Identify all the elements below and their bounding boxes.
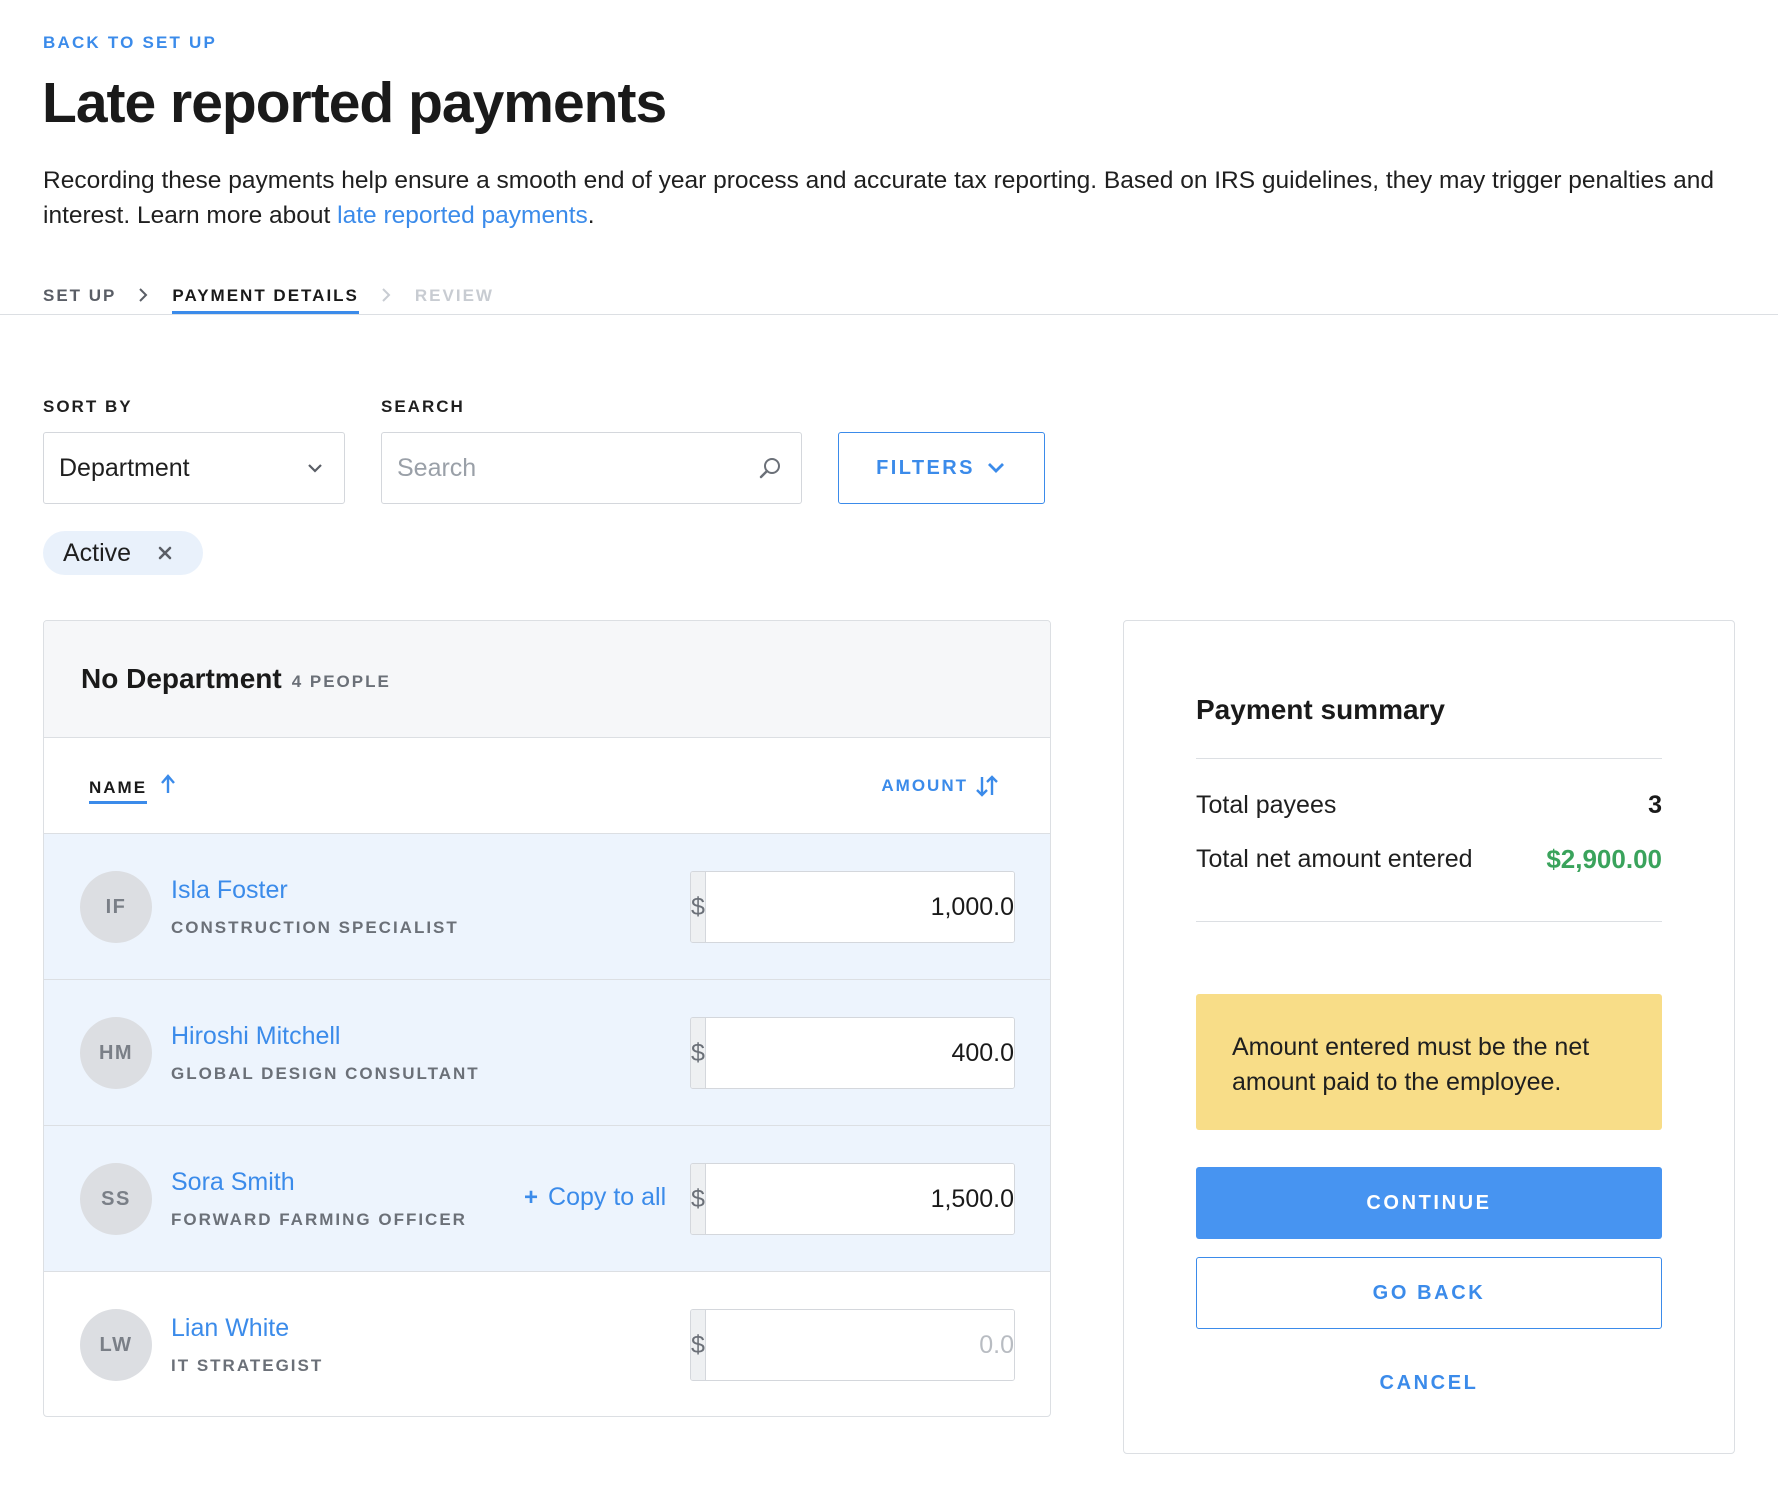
name-column-sort[interactable]: NAME xyxy=(89,774,177,804)
table-row: SS Sora Smith FORWARD FARMING OFFICER + … xyxy=(44,1126,1050,1272)
employee-name-link[interactable]: Sora Smith xyxy=(171,1168,295,1197)
amount-input[interactable] xyxy=(705,872,1014,942)
close-icon[interactable] xyxy=(157,545,173,561)
plus-icon: + xyxy=(524,1183,539,1211)
step-set-up[interactable]: SET UP xyxy=(43,278,116,316)
total-payees-label: Total payees xyxy=(1196,791,1337,819)
search-input[interactable] xyxy=(397,453,757,483)
summary-divider xyxy=(1196,758,1662,759)
sort-both-icon xyxy=(974,774,1000,798)
amount-input[interactable] xyxy=(705,1018,1014,1088)
amount-column-sort[interactable]: AMOUNT xyxy=(881,774,1000,798)
avatar: LW xyxy=(80,1309,152,1381)
total-net-value: $2,900.00 xyxy=(1546,844,1662,874)
department-count: 4 PEOPLE xyxy=(291,672,391,691)
filter-chip-label: Active xyxy=(63,538,132,567)
amount-field: $ xyxy=(690,1309,1015,1381)
page-title: Late reported payments xyxy=(42,71,667,135)
intro-end: . xyxy=(587,202,595,229)
total-payees-row: Total payees 3 xyxy=(1196,791,1662,820)
avatar: IF xyxy=(80,871,152,943)
intro-text: Recording these payments help ensure a s… xyxy=(43,163,1743,233)
department-name: No Department xyxy=(81,663,282,694)
department-header: No Department 4 PEOPLE xyxy=(44,621,1050,738)
filters-label: FILTERS xyxy=(876,456,975,479)
copy-to-all-label: Copy to all xyxy=(548,1183,667,1211)
employee-name-link[interactable]: Hiroshi Mitchell xyxy=(171,1022,340,1051)
back-to-setup-link[interactable]: BACK TO SET UP xyxy=(43,33,217,53)
step-review: REVIEW xyxy=(414,286,494,305)
employee-role: FORWARD FARMING OFFICER xyxy=(171,1210,467,1229)
search-icon[interactable] xyxy=(757,455,783,481)
chevron-right-icon xyxy=(136,288,150,302)
table-row: HM Hiroshi Mitchell GLOBAL DESIGN CONSUL… xyxy=(44,980,1050,1126)
table-row: LW Lian White IT STRATEGIST $ xyxy=(44,1272,1050,1416)
intro-body: Recording these payments help ensure a s… xyxy=(43,167,1715,229)
sort-by-select[interactable]: Department xyxy=(43,432,345,504)
chevron-down-icon xyxy=(304,457,326,479)
chevron-right-icon xyxy=(379,288,393,302)
employee-role: IT STRATEGIST xyxy=(171,1356,324,1375)
payment-summary-card: Payment summary Total payees 3 Total net… xyxy=(1123,620,1735,1454)
employee-role: CONSTRUCTION SPECIALIST xyxy=(171,918,459,937)
step-payment-details[interactable]: PAYMENT DETAILS xyxy=(172,278,360,316)
search-label: SEARCH xyxy=(381,397,465,416)
chevron-down-icon xyxy=(985,457,1007,479)
table-row: IF Isla Foster CONSTRUCTION SPECIALIST $ xyxy=(44,834,1050,980)
currency-prefix: $ xyxy=(691,1018,706,1088)
avatar: HM xyxy=(80,1017,152,1089)
sort-by-value: Department xyxy=(59,453,190,482)
cancel-button[interactable]: CANCEL xyxy=(1196,1363,1662,1403)
go-back-button[interactable]: GO BACK xyxy=(1196,1257,1662,1329)
avatar: SS xyxy=(80,1163,152,1235)
employee-name-link[interactable]: Lian White xyxy=(171,1314,289,1343)
amount-column-label: AMOUNT xyxy=(881,776,968,795)
department-card: No Department 4 PEOPLE NAME AMOUNT IF Is… xyxy=(43,620,1051,1417)
total-net-row: Total net amount entered $2,900.00 xyxy=(1196,844,1662,875)
sort-by-label: SORT BY xyxy=(43,397,133,416)
stepper: SET UP PAYMENT DETAILS REVIEW xyxy=(43,278,494,316)
table-header: NAME AMOUNT xyxy=(44,738,1050,834)
currency-prefix: $ xyxy=(691,872,706,942)
search-box xyxy=(381,432,802,504)
total-net-label: Total net amount entered xyxy=(1196,845,1473,873)
employee-role: GLOBAL DESIGN CONSULTANT xyxy=(171,1064,480,1083)
total-payees-value: 3 xyxy=(1648,791,1662,819)
summary-divider xyxy=(1196,921,1662,922)
name-column-label: NAME xyxy=(89,778,148,804)
amount-field: $ xyxy=(690,1017,1015,1089)
currency-prefix: $ xyxy=(691,1164,706,1234)
filter-chip-active: Active xyxy=(43,531,204,575)
net-amount-notice: Amount entered must be the net amount pa… xyxy=(1196,994,1662,1130)
summary-title: Payment summary xyxy=(1196,694,1446,725)
stepper-divider xyxy=(0,314,1778,315)
continue-button[interactable]: CONTINUE xyxy=(1196,1167,1662,1239)
amount-input[interactable] xyxy=(705,1310,1014,1380)
late-payments-link[interactable]: late reported payments xyxy=(337,202,588,229)
currency-prefix: $ xyxy=(691,1310,706,1380)
amount-input[interactable] xyxy=(705,1164,1014,1234)
employee-name-link[interactable]: Isla Foster xyxy=(171,876,288,905)
amount-field: $ xyxy=(690,1163,1015,1235)
copy-to-all-button[interactable]: + Copy to all xyxy=(524,1183,666,1212)
filters-button[interactable]: FILTERS xyxy=(838,432,1045,504)
amount-field: $ xyxy=(690,871,1015,943)
arrow-up-icon xyxy=(159,773,177,795)
